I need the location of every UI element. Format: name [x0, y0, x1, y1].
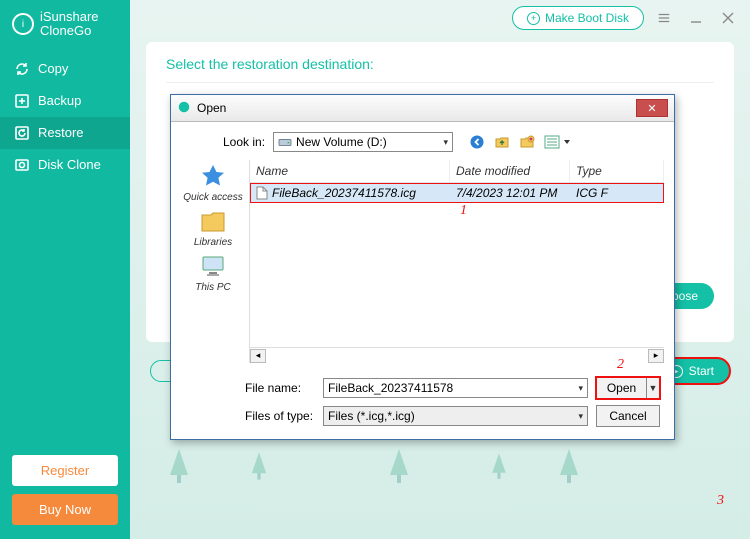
scroll-left-icon[interactable]: ◂	[250, 349, 266, 363]
file-icon	[256, 186, 268, 200]
view-menu-icon[interactable]	[544, 134, 572, 150]
settings-icon[interactable]	[652, 6, 676, 30]
open-dropdown-button[interactable]: ▼	[646, 377, 660, 399]
file-type-select[interactable]: Files (*.icg,*.icg) ▾	[323, 406, 588, 426]
open-button[interactable]: Open	[596, 377, 646, 399]
sidebar-item-restore[interactable]: Restore	[0, 117, 130, 149]
new-folder-icon[interactable]	[519, 134, 535, 150]
col-type[interactable]: Type	[570, 160, 664, 182]
dialog-close-button[interactable]: ✕	[636, 99, 668, 117]
scroll-right-icon[interactable]: ▸	[648, 349, 664, 363]
chevron-down-icon: ▾	[578, 383, 583, 394]
register-button[interactable]: Register	[12, 455, 118, 486]
drive-icon	[278, 136, 292, 148]
app-name-2: CloneGo	[40, 24, 99, 38]
sidebar-item-diskclone[interactable]: Disk Clone	[0, 149, 130, 181]
horizontal-scrollbar[interactable]: ◂ ▸	[250, 347, 664, 363]
file-name-input[interactable]: FileBack_20237411578 ▾	[323, 378, 588, 398]
plus-box-icon	[14, 93, 30, 109]
dialog-app-icon	[177, 100, 191, 117]
panel-heading: Select the restoration destination:	[166, 56, 714, 83]
plus-circle-icon: +	[527, 12, 540, 25]
file-type-label: Files of type:	[245, 409, 315, 423]
up-folder-icon[interactable]	[494, 134, 510, 150]
annotation-2: 2	[617, 357, 624, 373]
chevron-down-icon: ▾	[444, 137, 449, 148]
file-row-selected[interactable]: FileBack_20237411578.icg 7/4/2023 12:01 …	[250, 183, 664, 203]
sidebar-item-backup[interactable]: Backup	[0, 85, 130, 117]
logo-icon: i	[12, 13, 34, 35]
place-libraries[interactable]: Libraries	[194, 207, 232, 248]
lookin-label: Look in:	[223, 135, 265, 149]
make-boot-label: Make Boot Disk	[545, 11, 629, 25]
col-date[interactable]: Date modified	[450, 160, 570, 182]
app-logo: i iSunshare CloneGo	[0, 0, 130, 53]
sidebar-label-backup: Backup	[38, 93, 81, 108]
place-quick-access[interactable]: Quick access	[183, 162, 242, 203]
open-file-dialog: Open ✕ Look in: New Volume (D:) ▾	[170, 94, 675, 440]
sidebar-label-diskclone: Disk Clone	[38, 157, 101, 172]
minimize-icon[interactable]	[684, 6, 708, 30]
sidebar-item-copy[interactable]: Copy	[0, 53, 130, 85]
annotation-1: 1	[460, 203, 467, 219]
restore-icon	[14, 125, 30, 141]
refresh-icon	[14, 61, 30, 77]
close-icon[interactable]	[716, 6, 740, 30]
dialog-title: Open	[197, 101, 226, 115]
make-boot-disk-button[interactable]: + Make Boot Disk	[512, 6, 644, 30]
sidebar-label-restore: Restore	[38, 125, 84, 140]
sidebar-label-copy: Copy	[38, 61, 68, 76]
disk-icon	[14, 157, 30, 173]
back-icon[interactable]	[469, 134, 485, 150]
place-this-pc[interactable]: This PC	[195, 252, 231, 293]
col-name[interactable]: Name	[250, 160, 450, 182]
chevron-down-icon: ▾	[578, 411, 583, 422]
annotation-3: 3	[717, 493, 724, 509]
buy-now-button[interactable]: Buy Now	[12, 494, 118, 525]
dialog-cancel-button[interactable]: Cancel	[596, 405, 660, 427]
app-name-1: iSunshare	[40, 10, 99, 24]
file-name-label: File name:	[245, 381, 315, 395]
lookin-dropdown[interactable]: New Volume (D:) ▾	[273, 132, 453, 152]
